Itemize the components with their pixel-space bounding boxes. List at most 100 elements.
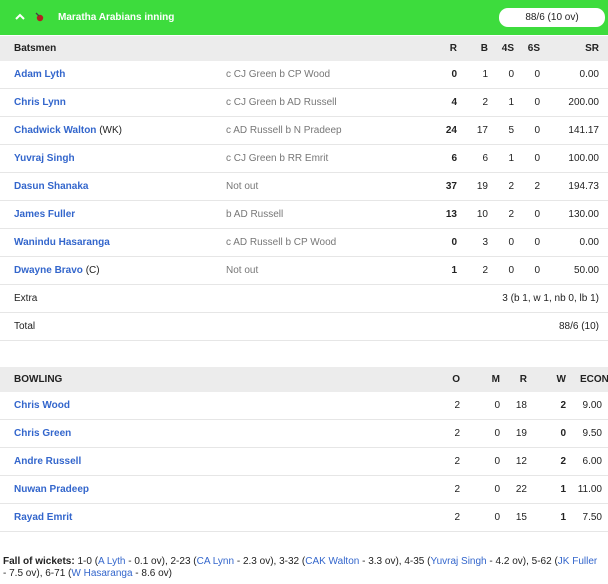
bowler-name-link[interactable]: Chris Wood [14,392,70,420]
fow-over: 0.1 ov [134,556,162,567]
overs-value: 2 [454,400,460,411]
sixes-header: 6S [527,43,540,54]
fours-value: 2 [508,209,514,220]
strike-rate-header: SR [585,43,599,54]
runs-value: 24 [445,125,457,136]
maidens-value: 0 [494,456,500,467]
batsman-name-link[interactable]: Yuvraj Singh [14,153,75,164]
fours-value: 5 [508,125,514,136]
fow-player-link[interactable]: CA Lynn [197,556,234,567]
batsman-name-link[interactable]: Chadwick Walton [14,125,96,136]
bowl-runs-value: 18 [515,400,527,411]
fow-item: 4-35 (Yuvraj Singh - 4.2 ov), [404,556,529,567]
extras-value: 3 (b 1, w 1, nb 0, lb 1) [502,293,599,304]
overs-value: 2 [454,456,460,467]
bowl-runs-value: 12 [515,456,527,467]
batsman-name-link[interactable]: Adam Lyth [14,69,65,80]
batsman-row: Yuvraj Singh c CJ Green b RR Emrit 6 6 1 0 100… [0,145,608,173]
dismissal-text: c AD Russell b CP Wood [226,237,337,248]
fow-player-link[interactable]: CAK Walton [305,556,359,567]
extras-label: Extra [14,293,38,304]
balls-value: 1 [482,69,488,80]
runs-value: 1 [451,265,457,276]
economy-value: 11.00 [577,484,602,495]
fow-over: 2.3 ov [242,556,271,567]
runs-value: 0 [451,69,457,80]
sixes-value: 0 [534,97,540,108]
dismissal-text: c CJ Green b AD Russell [226,97,337,108]
dismissal-text: c CJ Green b CP Wood [226,69,331,80]
fow-player-link[interactable]: W Hasaranga [71,568,132,579]
batsman-row: Dwayne Bravo (C) Not out 1 2 0 0 50.00 [0,257,608,285]
economy-value: 9.00 [582,400,602,411]
bowler-row: Rayad Emrit 2 0 15 1 7.50 [0,504,608,532]
bowler-name-link[interactable]: Nuwan Pradeep [14,476,89,504]
bowler-row: Chris Wood 2 0 18 2 9.00 [0,392,608,420]
sixes-value: 0 [534,125,540,136]
fow-score: 5-62 [531,556,552,567]
strike-rate-value: 200.00 [568,97,599,108]
balls-value: 3 [482,237,488,248]
economy-value: 6.00 [582,456,602,467]
batsman-name-link[interactable]: Chris Lynn [14,97,66,108]
fow-player-link[interactable]: Yuvraj Singh [430,556,486,567]
batsman-name-link[interactable]: James Fuller [14,209,75,220]
batsmen-header: Batsmen [14,43,57,54]
batsman-name-cell: James Fuller [14,201,75,229]
strike-rate-value: 50.00 [573,265,599,276]
runs-value: 37 [445,181,457,192]
batsman-name-link[interactable]: Wanindu Hasaranga [14,237,110,248]
batsman-name-cell: Chris Lynn [14,89,66,117]
fow-player-link[interactable]: A Lyth [98,556,125,567]
bowler-row: Andre Russell 2 0 12 2 6.00 [0,448,608,476]
fow-over: 8.6 ov [141,568,169,579]
fall-of-wickets: Fall of wickets: 1-0 (A Lyth - 0.1 ov), … [3,556,603,580]
fours-value: 2 [508,181,514,192]
dismissal-text: Not out [226,265,259,276]
bowler-name-link[interactable]: Rayad Emrit [14,504,72,532]
bowler-row: Nuwan Pradeep 2 0 22 1 11.00 [0,476,608,504]
overs-value: 2 [454,484,460,495]
balls-value: 17 [476,125,488,136]
innings-title: Maratha Arabians inning [58,12,175,23]
fow-score: 1-0 [77,556,92,567]
fours-header: 4S [501,43,514,54]
runs-value: 13 [445,209,457,220]
batsman-name-cell: Dwayne Bravo (C) [14,257,100,285]
fow-player-link[interactable]: JK Fuller [558,556,597,567]
batsman-name-cell: Wanindu Hasaranga [14,229,110,257]
total-label: Total [14,321,36,332]
economy-header: ECON [580,374,608,385]
bowler-name-link[interactable]: Andre Russell [14,448,81,476]
maidens-value: 0 [494,400,500,411]
chevron-up-icon[interactable] [14,11,26,23]
wickets-value: 2 [560,400,566,411]
batting-header-row: Batsmen R B 4S 6S SR [0,36,608,61]
runs-header: R [449,43,457,54]
innings-header[interactable]: Maratha Arabians inning 88/6 (10 ov) [0,0,608,35]
extras-row: Extra 3 (b 1, w 1, nb 0, lb 1) [0,285,608,313]
dismissal-text: b AD Russell [226,209,284,220]
dismissal-text: Not out [226,181,259,192]
fours-value: 1 [508,153,514,164]
fall-of-wickets-label: Fall of wickets: [3,556,75,567]
balls-value: 19 [476,181,488,192]
bowler-name-link[interactable]: Chris Green [14,420,71,448]
bowling-header-row: BOWLING O M R W ECON [0,367,608,392]
wickets-header: W [556,374,566,385]
fow-item: 1-0 (A Lyth - 0.1 ov), [77,556,168,567]
maidens-value: 0 [494,484,500,495]
batsman-name-link[interactable]: Dasun Shanaka [14,181,88,192]
balls-value: 10 [476,209,488,220]
batsman-row: Chadwick Walton (WK) c AD Russell b N Pra… [0,117,608,145]
fow-item: 2-23 (CA Lynn - 2.3 ov), [170,556,277,567]
dismissal-text: c CJ Green b RR Emrit [226,153,329,164]
strike-rate-value: 0.00 [579,237,599,248]
fow-item: 6-71 (W Hasaranga - 8.6 ov) [45,568,172,579]
fow-score: 6-71 [45,568,66,579]
sixes-value: 0 [534,153,540,164]
balls-value: 2 [482,97,488,108]
batsman-role: (C) [85,265,100,276]
batsman-name-cell: Dasun Shanaka [14,173,88,201]
batsman-name-link[interactable]: Dwayne Bravo [14,265,83,276]
